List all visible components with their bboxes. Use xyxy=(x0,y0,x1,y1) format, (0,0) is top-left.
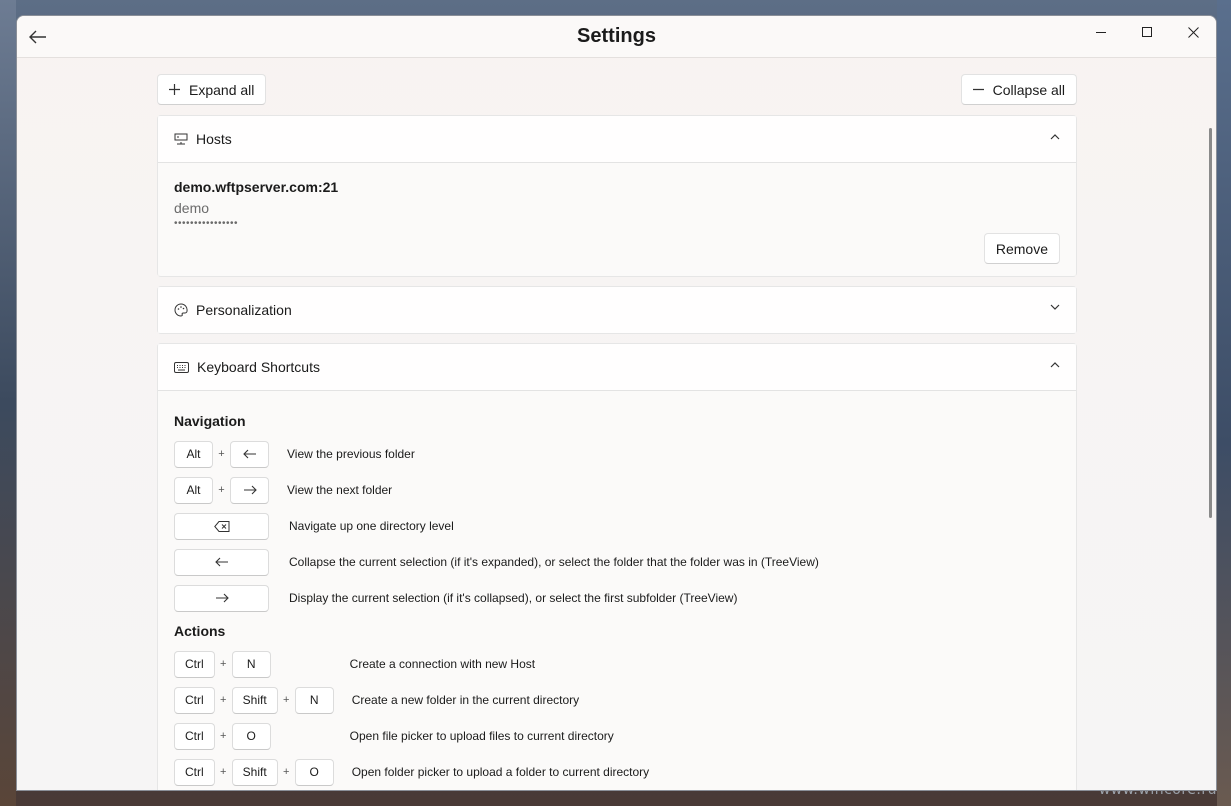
shortcuts-body: Navigation Alt + View the previous folde… xyxy=(158,390,1076,790)
key-right-arrow xyxy=(174,584,269,612)
key-ctrl: Ctrl xyxy=(174,722,215,750)
shortcut-row: Alt + View the next folder xyxy=(174,475,1060,505)
close-icon xyxy=(1187,26,1199,38)
shortcut-row: Ctrl + N Create a connection with new Ho… xyxy=(174,649,1060,679)
shortcut-desc: Collapse the current selection (if it's … xyxy=(289,555,819,569)
backspace-icon xyxy=(213,520,229,532)
desktop-right xyxy=(1217,0,1231,806)
hosts-card: Hosts demo.wftpserver.com:21 demo ••••••… xyxy=(157,115,1077,277)
host-address: demo.wftpserver.com:21 xyxy=(174,179,339,195)
title-bar: Settings xyxy=(17,16,1216,58)
shortcut-desc: Create a connection with new Host xyxy=(349,657,536,671)
scrollbar[interactable] xyxy=(1209,128,1212,518)
key-n: N xyxy=(294,686,334,714)
plus-sign: + xyxy=(219,730,227,742)
palette-icon xyxy=(174,303,188,317)
remove-host-button[interactable]: Remove xyxy=(983,233,1060,264)
shortcut-row: Navigate up one directory level xyxy=(174,511,1060,541)
expand-all-button[interactable]: Expand all xyxy=(157,74,267,105)
close-button[interactable] xyxy=(1170,16,1216,48)
chevron-down-icon xyxy=(1050,304,1060,310)
plus-sign: + xyxy=(218,484,225,496)
shortcuts-card: Keyboard Shortcuts Navigation Alt + View… xyxy=(157,343,1077,790)
key-alt: Alt xyxy=(174,476,213,504)
actions-title: Actions xyxy=(174,623,226,639)
personalization-header[interactable]: Personalization xyxy=(158,287,1076,333)
collapse-all-button[interactable]: Collapse all xyxy=(960,74,1077,105)
host-password: •••••••••••••••• xyxy=(174,218,239,229)
key-left-arrow xyxy=(174,548,269,576)
shortcuts-header[interactable]: Keyboard Shortcuts xyxy=(158,344,1076,390)
hosts-header[interactable]: Hosts xyxy=(158,116,1076,162)
shortcut-row: Ctrl + Shift + O Open folder picker to u… xyxy=(174,757,1060,787)
shortcut-row: Alt + View the previous folder xyxy=(174,439,1060,469)
hosts-header-label: Hosts xyxy=(196,131,232,147)
key-ctrl: Ctrl xyxy=(174,758,215,786)
chevron-up-icon xyxy=(1050,134,1060,140)
remove-label: Remove xyxy=(995,240,1048,257)
arrow-left-icon xyxy=(242,449,256,459)
minimize-button[interactable] xyxy=(1078,16,1124,48)
key-o: O xyxy=(231,722,271,750)
plus-sign: + xyxy=(282,766,290,778)
plus-sign: + xyxy=(219,694,227,706)
keyboard-icon xyxy=(174,361,189,373)
minus-icon xyxy=(972,88,984,91)
shortcuts-header-label: Keyboard Shortcuts xyxy=(197,359,320,375)
arrow-right-icon xyxy=(243,485,257,495)
key-ctrl: Ctrl xyxy=(174,686,215,714)
key-backspace xyxy=(174,512,269,540)
maximize-button[interactable] xyxy=(1124,16,1170,48)
window-title: Settings xyxy=(577,25,656,47)
plus-icon xyxy=(169,84,180,95)
key-alt: Alt xyxy=(174,440,213,468)
navigation-title: Navigation xyxy=(174,413,246,429)
host-username: demo xyxy=(174,200,210,216)
settings-window: Settings Expand all Collapse all Hosts d… xyxy=(16,15,1217,791)
plus-sign: + xyxy=(219,766,227,778)
shortcut-desc: Open folder picker to upload a folder to… xyxy=(351,765,650,779)
plus-sign: + xyxy=(282,694,290,706)
plus-sign: + xyxy=(218,448,225,460)
shortcut-row: Display the current selection (if it's c… xyxy=(174,583,1060,613)
shortcut-desc: Navigate up one directory level xyxy=(289,519,454,533)
plus-sign: + xyxy=(219,658,227,670)
shortcut-desc: Display the current selection (if it's c… xyxy=(289,591,738,605)
maximize-icon xyxy=(1141,26,1152,37)
key-shift: Shift xyxy=(231,758,278,786)
expand-all-label: Expand all xyxy=(189,81,255,98)
hosts-body: demo.wftpserver.com:21 demo ••••••••••••… xyxy=(158,162,1076,276)
hosts-icon xyxy=(174,133,188,145)
shortcut-row: Collapse the current selection (if it's … xyxy=(174,547,1060,577)
shortcut-row: Ctrl + Shift + N Create a new folder in … xyxy=(174,685,1060,715)
personalization-header-label: Personalization xyxy=(196,302,292,318)
arrow-right-icon xyxy=(215,593,229,603)
minimize-icon xyxy=(1095,31,1106,33)
arrow-left-icon xyxy=(214,557,228,567)
key-left-arrow xyxy=(230,440,269,468)
settings-content: Expand all Collapse all Hosts demo.wftps… xyxy=(157,74,1077,790)
shortcut-desc: View the next folder xyxy=(287,483,393,497)
shortcut-desc: Create a new folder in the current direc… xyxy=(351,693,580,707)
collapse-all-label: Collapse all xyxy=(992,81,1065,98)
key-shift: Shift xyxy=(231,686,278,714)
chevron-up-icon xyxy=(1050,362,1060,368)
key-right-arrow xyxy=(230,476,269,504)
shortcut-desc: Open file picker to upload files to curr… xyxy=(349,729,614,743)
key-n: N xyxy=(231,650,271,678)
key-ctrl: Ctrl xyxy=(174,650,215,678)
desktop-left xyxy=(0,0,16,806)
personalization-card: Personalization xyxy=(157,286,1077,334)
shortcut-row: Ctrl + O Open file picker to upload file… xyxy=(174,721,1060,751)
shortcut-desc: View the previous folder xyxy=(287,447,415,461)
key-o: O xyxy=(294,758,334,786)
